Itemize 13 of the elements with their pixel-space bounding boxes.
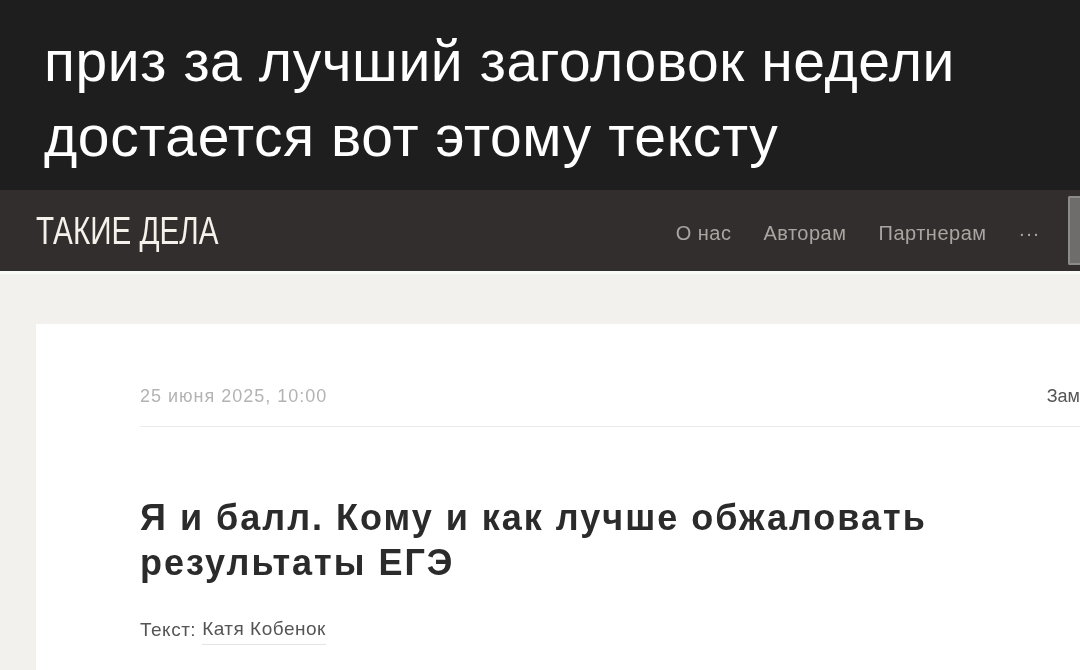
article-title: Я и балл. Кому и как лучше обжаловать результаты ЕГЭ [140,496,928,585]
site-logo[interactable]: ТАКИЕ ДЕЛА [36,211,219,250]
header-button[interactable] [1068,196,1080,265]
nav-link[interactable]: Партнерам [878,217,987,248]
article-date: 25 июня 2025, 10:00 [140,385,328,408]
author-link[interactable]: Катя Кобенок [202,615,326,645]
nav-link[interactable]: Авторам [763,217,847,248]
side-link[interactable]: Зам [1046,383,1080,410]
byline-label: Текст: [140,617,197,642]
caption-text: достается вот этому тексту [44,103,780,170]
nav-link[interactable]: ··· [1018,217,1040,248]
caption-text: приз за лучший заголовок недели [44,28,956,95]
nav-link[interactable]: О нас [675,217,732,248]
